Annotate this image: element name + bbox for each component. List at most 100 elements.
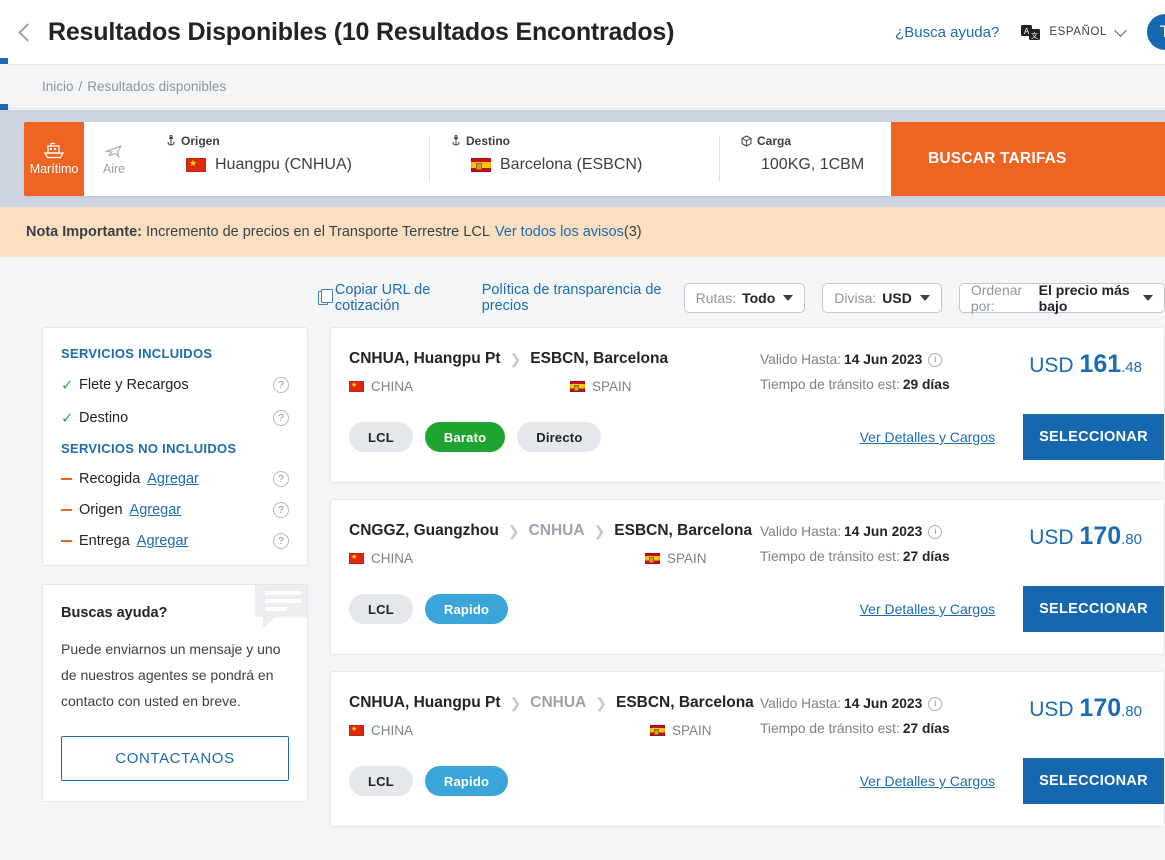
price-decimal: .80 <box>1121 703 1142 720</box>
mode-tab-aire[interactable]: Aire <box>84 122 144 196</box>
chevron-left-icon <box>18 22 37 42</box>
add-service-link[interactable]: Agregar <box>147 471 199 487</box>
result-card-top: CNHUA, Huangpu Pt ❯ ESBCN, Barcelona CHI… <box>331 328 1164 394</box>
select-button[interactable]: SELECCIONAR <box>1023 414 1164 460</box>
route-line: CNHUA, Huangpu Pt ❯ CNHUA ❯ ESBCN, Barce… <box>349 694 760 712</box>
origin-label: Origen <box>181 134 220 148</box>
help-icon[interactable]: ? <box>273 410 289 426</box>
add-service-link[interactable]: Agregar <box>130 502 182 518</box>
excluded-service-label: Origen <box>79 502 123 518</box>
origin-field[interactable]: Origen Huangpu (CNHUA) <box>144 122 429 196</box>
need-help-text: Puede enviarnos un mensaje y uno de nues… <box>61 641 281 709</box>
destination-country-label: SPAIN <box>672 723 712 738</box>
cargo-field[interactable]: Carga 100KG, 1CBM <box>719 122 891 196</box>
check-icon: ✓ <box>61 410 74 427</box>
help-icon[interactable]: ? <box>273 502 289 518</box>
filter-currency-label: Divisa: <box>834 290 877 306</box>
anchor-icon <box>452 135 460 146</box>
validity-label: Valido Hasta: <box>760 524 842 539</box>
contact-us-button[interactable]: CONTACTANOS <box>61 735 289 781</box>
help-link[interactable]: ¿Busca ayuda? <box>895 24 999 41</box>
view-details-link[interactable]: Ver Detalles y Cargos <box>860 773 995 789</box>
tag-lcl[interactable]: LCL <box>349 766 413 796</box>
info-icon[interactable]: i <box>928 524 943 539</box>
price: USD 161.48 <box>966 350 1142 379</box>
result-meta: Valido Hasta: 14 Jun 2023 i Tiempo de tr… <box>760 522 966 566</box>
mode-tab-aire-label: Aire <box>102 162 126 176</box>
validity-value: 14 Jun 2023 <box>844 524 923 539</box>
tag-lcl[interactable]: LCL <box>349 594 413 624</box>
destination-country: SPAIN <box>650 723 712 738</box>
language-selector[interactable]: A 文 ESPAÑOL <box>1021 23 1127 41</box>
filter-currency[interactable]: Divisa: USD <box>822 283 942 313</box>
back-button[interactable] <box>8 0 42 64</box>
destination-label-row: Destino <box>451 134 719 148</box>
chevron-right-icon: ❯ <box>509 694 522 711</box>
result-card: CNGGZ, Guangzhou ❯ CNHUA ❯ ESBCN, Barcel… <box>330 499 1165 655</box>
page-title: Resultados Disponibles (10 Resultados En… <box>48 17 675 46</box>
validity-row: Valido Hasta: 14 Jun 2023 i <box>760 524 966 539</box>
route-info: CNHUA, Huangpu Pt ❯ CNHUA ❯ ESBCN, Barce… <box>349 694 760 738</box>
filter-routes[interactable]: Rutas: Todo <box>683 283 806 313</box>
add-service-link[interactable]: Agregar <box>137 533 189 549</box>
chevron-down-icon <box>783 295 794 301</box>
avatar[interactable]: T <box>1147 14 1165 50</box>
route-line: CNHUA, Huangpu Pt ❯ ESBCN, Barcelona <box>349 350 760 368</box>
copy-quote-url-button[interactable]: Copiar URL de cotización <box>318 282 465 314</box>
svg-text:文: 文 <box>1031 31 1038 40</box>
mode-tab-maritimo[interactable]: Marítimo <box>24 122 84 196</box>
tag-cheapest[interactable]: Barato <box>424 422 506 452</box>
breadcrumb: Inicio / Resultados disponibles <box>8 65 1165 109</box>
price-transparency-policy-link[interactable]: Política de transparencia de precios <box>482 282 667 314</box>
validity-row: Valido Hasta: 14 Jun 2023 i <box>760 696 966 711</box>
breadcrumb-separator: / <box>78 79 83 94</box>
plane-icon <box>105 145 122 158</box>
transit-label: Tiempo de tránsito est: <box>760 549 900 564</box>
tag-direct[interactable]: Directo <box>517 422 602 452</box>
language-label: ESPAÑOL <box>1049 26 1107 38</box>
transit-label: Tiempo de tránsito est: <box>760 721 900 736</box>
destination-value-row: Barcelona (ESBCN) <box>451 156 719 174</box>
view-details-link[interactable]: Ver Detalles y Cargos <box>860 429 995 445</box>
origin-country: CHINA <box>349 551 645 566</box>
spain-flag-icon <box>645 553 660 564</box>
select-button[interactable]: SELECCIONAR <box>1023 586 1164 632</box>
help-icon[interactable]: ? <box>273 533 289 549</box>
tag-fastest[interactable]: Rapido <box>424 594 509 624</box>
help-icon[interactable]: ? <box>273 471 289 487</box>
origin-country-label: CHINA <box>371 723 414 738</box>
validity-value: 14 Jun 2023 <box>844 352 923 367</box>
result-card-bottom: LCL Rapido Ver Detalles y Cargos SELECCI… <box>331 566 1164 654</box>
route-info: CNHUA, Huangpu Pt ❯ ESBCN, Barcelona CHI… <box>349 350 760 394</box>
result-meta: Valido Hasta: 14 Jun 2023 i Tiempo de tr… <box>760 350 966 394</box>
view-details-link[interactable]: Ver Detalles y Cargos <box>860 601 995 617</box>
filter-sort-by[interactable]: Ordenar por: El precio más bajo <box>958 282 1165 314</box>
origin-value: Huangpu (CNHUA) <box>215 156 352 173</box>
filter-currency-value: USD <box>882 290 912 306</box>
select-button[interactable]: SELECCIONAR <box>1023 758 1164 804</box>
route-destination: ESBCN, Barcelona <box>615 694 754 711</box>
transit-row: Tiempo de tránsito est: 27 días <box>760 721 966 736</box>
destination-field[interactable]: Destino Barcelona (ESBCN) <box>429 122 719 196</box>
info-icon[interactable]: i <box>928 696 943 711</box>
search-bar-region: Marítimo Aire Origen Huangpu (CNHUA) <box>8 110 1165 207</box>
price-decimal: .48 <box>1121 359 1142 376</box>
info-icon[interactable]: i <box>928 352 943 367</box>
ship-icon <box>43 142 65 159</box>
price-decimal: .80 <box>1121 531 1142 548</box>
tag-fastest[interactable]: Rapido <box>424 766 509 796</box>
breadcrumb-home[interactable]: Inicio <box>42 79 74 94</box>
search-rates-button[interactable]: BUSCAR TARIFAS <box>891 122 1165 196</box>
transit-row: Tiempo de tránsito est: 29 días <box>760 377 966 392</box>
svg-text:A: A <box>1024 27 1030 36</box>
included-service-row: ✓ Flete y Recargos ? <box>61 376 289 394</box>
origin-country-label: CHINA <box>371 379 414 394</box>
filter-routes-label: Rutas: <box>695 290 737 306</box>
tag-lcl[interactable]: LCL <box>349 422 413 452</box>
chevron-down-icon <box>919 295 930 301</box>
notice-link[interactable]: Ver todos los avisos <box>495 224 624 240</box>
rail-segment-breadcrumb <box>0 64 8 104</box>
china-flag-icon <box>186 156 206 172</box>
help-icon[interactable]: ? <box>273 377 289 393</box>
result-card: CNHUA, Huangpu Pt ❯ CNHUA ❯ ESBCN, Barce… <box>330 671 1165 827</box>
